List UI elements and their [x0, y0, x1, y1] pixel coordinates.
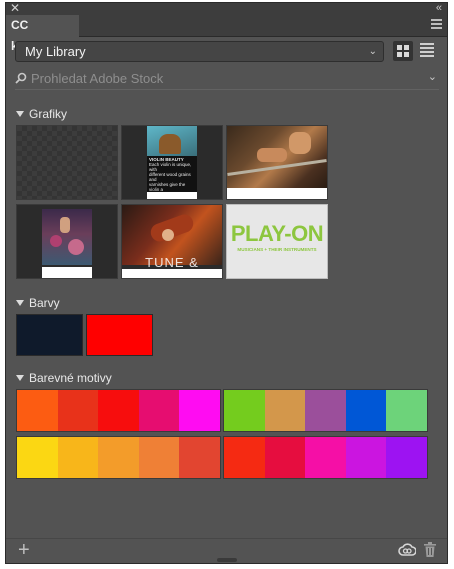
color-theme[interactable] [223, 436, 428, 479]
play-on-title: PLAY-ON [230, 221, 324, 246]
section-header-colors[interactable]: Barvy [16, 296, 60, 310]
cc-libraries-panel: ✕ « CC knihovny My Library ⌄ ⌄ Grafiky V… [5, 1, 448, 564]
resize-grip[interactable] [217, 558, 237, 562]
close-icon[interactable]: ✕ [10, 1, 20, 15]
section-header-graphics[interactable]: Grafiky [16, 107, 67, 121]
disclosure-triangle-icon [16, 111, 24, 117]
panel-titlebar: ✕ « [6, 1, 447, 15]
graphic-thumb-transparent[interactable] [16, 125, 118, 200]
graphic-thumb-guitar-photo[interactable] [226, 125, 328, 200]
stock-search: ⌄ [15, 69, 439, 90]
drummer-poster-image [42, 209, 92, 265]
guitar-photo-image [227, 126, 327, 188]
theme-color-chip [98, 437, 139, 478]
color-swatch[interactable] [16, 314, 83, 356]
poster-text-line: different wood grains and [149, 172, 191, 182]
section-title: Grafiky [29, 107, 68, 121]
theme-color-chip [345, 390, 387, 431]
theme-color-chip [57, 437, 99, 478]
library-select-value: My Library [25, 44, 86, 59]
theme-color-chip [386, 437, 427, 478]
theme-color-chip [305, 390, 346, 431]
poster-text-line: Each violin is unique, with [149, 162, 192, 172]
color-swatch[interactable] [86, 314, 153, 356]
disclosure-triangle-icon [16, 300, 24, 306]
panel-tab-strip: CC knihovny [6, 15, 447, 53]
library-select[interactable]: My Library ⌄ [15, 41, 384, 62]
theme-color-chip [17, 390, 58, 431]
list-view-icon[interactable] [420, 43, 434, 57]
section-title: Barvy [29, 296, 60, 310]
graphic-thumb-tune-setup[interactable]: TUNE & SETUP [121, 204, 223, 279]
graphic-thumb-drummer-poster[interactable] [16, 204, 118, 279]
theme-color-chip [138, 437, 180, 478]
theme-color-chip [138, 390, 180, 431]
section-title: Barevné motivy [29, 371, 112, 385]
theme-color-chip [264, 390, 306, 431]
theme-color-chip [264, 437, 306, 478]
theme-color-chip [345, 437, 387, 478]
collapse-icon[interactable]: « [436, 1, 442, 15]
chevron-down-icon: ⌄ [368, 46, 377, 57]
grid-view-icon[interactable] [393, 41, 413, 61]
panel-menu-icon[interactable] [431, 19, 442, 30]
violin-poster-image: VIOLIN BEAUTY Each violin is unique, wit… [147, 126, 197, 199]
theme-color-chip [224, 437, 265, 478]
color-theme[interactable] [16, 389, 221, 432]
section-header-color-themes[interactable]: Barevné motivy [16, 371, 112, 385]
disclosure-triangle-icon [16, 375, 24, 381]
theme-color-chip [98, 390, 139, 431]
search-icon [15, 72, 27, 84]
color-theme[interactable] [223, 389, 428, 432]
theme-color-chip [386, 390, 427, 431]
trash-icon[interactable] [424, 542, 436, 557]
search-input[interactable] [31, 69, 411, 87]
theme-color-chip [224, 390, 265, 431]
theme-color-chip [17, 437, 58, 478]
theme-color-chip [179, 437, 220, 478]
theme-color-chip [305, 437, 346, 478]
tab-cc-libraries[interactable]: CC knihovny [6, 15, 79, 53]
creative-cloud-icon[interactable] [398, 543, 416, 557]
color-theme[interactable] [16, 436, 221, 479]
search-options-chevron-icon[interactable]: ⌄ [428, 70, 437, 83]
theme-color-chip [57, 390, 99, 431]
add-icon[interactable]: + [18, 540, 30, 560]
theme-color-chip [179, 390, 220, 431]
graphic-thumb-violin-poster[interactable]: VIOLIN BEAUTY Each violin is unique, wit… [121, 125, 223, 200]
poster-text-line: varnishes give the violin a [149, 182, 186, 192]
panel-footer: + [6, 538, 447, 563]
graphic-thumb-play-on[interactable]: PLAY-ON MUSICIANS + THEIR INSTRUMENTS [226, 204, 328, 279]
play-on-subtitle: MUSICIANS + THEIR INSTRUMENTS [237, 247, 317, 252]
